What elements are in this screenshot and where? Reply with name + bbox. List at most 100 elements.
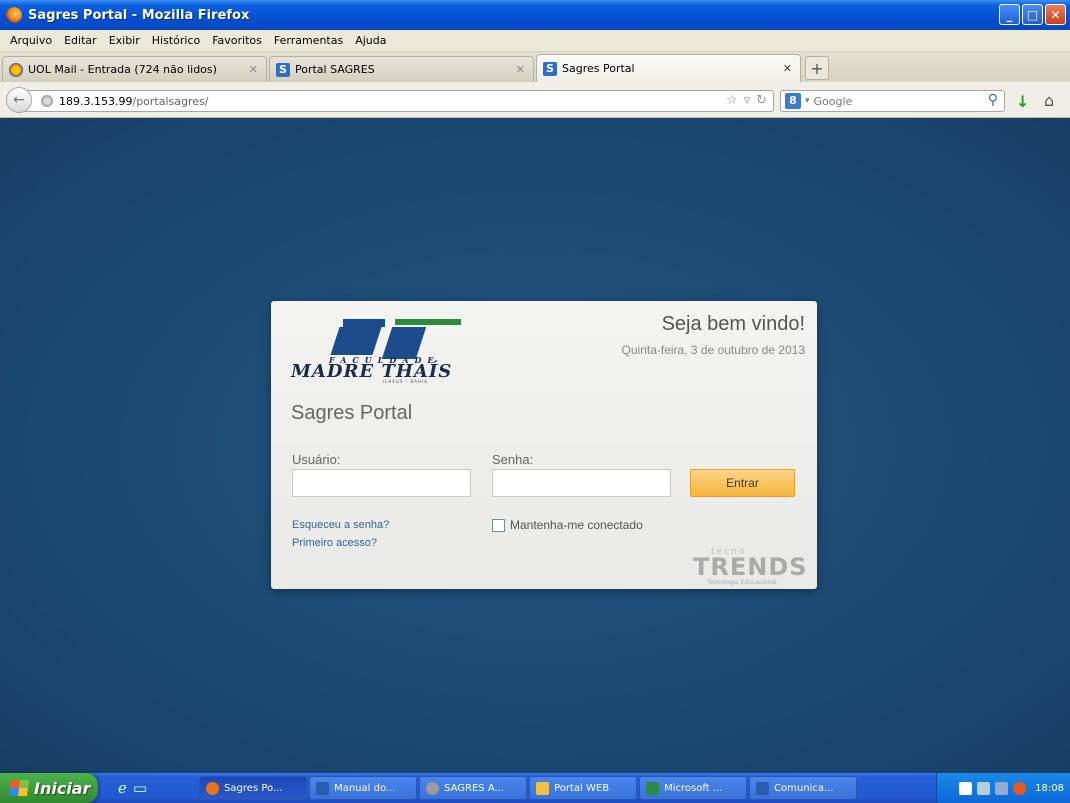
firefox-icon [206,781,220,795]
sagres-app-icon [426,781,440,795]
logo-bar-blue [343,319,385,327]
taskbar-item-portal-web[interactable]: Portal WEB [529,776,638,800]
site-identity-icon[interactable] [41,95,53,107]
menu-editar[interactable]: Editar [58,34,103,47]
taskbar-item-word-manual[interactable]: Manual do... [309,776,418,800]
close-button[interactable]: ✕ [1045,4,1066,25]
login-button[interactable]: Entrar [690,469,795,497]
taskbar-item-label: Portal WEB [554,782,610,794]
home-icon[interactable]: ⌂ [1044,91,1054,110]
taskbar-item-label: Microsoft ... [664,782,723,794]
history-dropdown-icon[interactable]: ▿ [744,93,751,108]
reload-icon[interactable]: ↻ [756,93,767,108]
faculdade-madre-thais-logo: FACULDADE MADRE THAÍS ILHÉUS - BAHIA [291,319,511,384]
current-date: Quinta-feira, 3 de outubro de 2013 [621,343,805,357]
password-label: Senha: [492,452,534,467]
navigation-bar: ← 189.3.153.99/portalsagres/ ☆ ▿ ↻ 8 ▾ G… [0,82,1070,118]
menu-favoritos[interactable]: Favoritos [206,34,268,47]
windows-flag-icon [8,780,30,796]
taskbar-item-sagres[interactable]: SAGRES A... [419,776,528,800]
login-card: FACULDADE MADRE THAÍS ILHÉUS - BAHIA Sej… [271,301,817,589]
url-path: /portalsagres/ [132,94,209,108]
window-title: Sagres Portal - Mozilla Firefox [28,7,250,23]
username-label: Usuário: [292,452,341,467]
page-content: FACULDADE MADRE THAÍS ILHÉUS - BAHIA Sej… [0,118,1070,773]
portal-title: Sagres Portal [291,402,413,424]
folder-icon [536,781,550,795]
tab-label: UOL Mail - Entrada (724 não lidos) [28,63,217,76]
tab-strip: UOL Mail - Entrada (724 não lidos) ✕ S P… [0,52,1070,82]
word-document-icon [316,781,330,795]
menu-ajuda[interactable]: Ajuda [349,34,392,47]
microsoft-app-icon [646,781,660,795]
menu-exibir[interactable]: Exibir [103,34,146,47]
url-host: 189.3.153.99 [59,94,133,108]
volume-icon[interactable] [995,781,1009,795]
s-icon: S [276,62,290,77]
back-button[interactable]: ← [6,87,32,113]
search-icon[interactable]: ⚲ [988,92,998,108]
google-icon[interactable]: 8 [785,93,801,109]
trends-text: TRENDS [693,553,808,581]
bookmark-star-icon[interactable]: ☆ [726,93,738,108]
taskbar-item-comunica[interactable]: Comunica... [749,776,858,800]
welcome-heading: Seja bem vindo! [661,313,805,335]
word-document-icon [756,781,770,795]
remember-me[interactable]: Mantenha-me conectado [492,518,643,532]
minimize-button[interactable]: _ [999,4,1020,25]
system-tray: 18:08 [936,773,1070,803]
maximize-button[interactable]: □ [1022,4,1043,25]
tab-portal-sagres[interactable]: S Portal SAGRES ✕ [269,56,534,82]
username-input[interactable] [292,469,471,497]
first-access-link[interactable]: Primeiro acesso? [292,537,377,549]
search-engine-name: Google [813,94,853,108]
menu-ferramentas[interactable]: Ferramentas [268,34,349,47]
tab-label: Portal SAGRES [295,63,375,76]
uol-icon [9,62,23,77]
taskbar-item-firefox[interactable]: Sagres Po... [199,776,308,800]
logo-name-text: MADRE THAÍS [291,361,453,382]
window-controls: _ □ ✕ [999,4,1066,25]
tecnotrends-logo: tecno TRENDS Tecnologia Educacional [693,547,813,587]
remember-me-checkbox[interactable] [492,518,505,532]
taskbar-item-microsoft[interactable]: Microsoft ... [639,776,748,800]
tab-uol-mail[interactable]: UOL Mail - Entrada (724 não lidos) ✕ [2,56,267,82]
taskbar-item-label: Comunica... [774,782,834,794]
logo-stem-left [330,327,382,355]
security-icon[interactable] [1013,781,1027,795]
url-bar-actions: ☆ ▿ ↻ [726,93,767,108]
taskbar-item-label: SAGRES A... [444,782,505,794]
s-icon: S [543,61,557,76]
start-button[interactable]: Iniciar [0,773,98,803]
quick-launch: ℯ ▭ [118,779,147,797]
chevron-down-icon[interactable]: ▾ [805,96,810,106]
internet-explorer-icon[interactable]: ℯ [118,779,127,797]
start-label: Iniciar [34,778,91,798]
forgot-password-link[interactable]: Esqueceu a senha? [292,519,389,531]
tab-close-icon[interactable]: ✕ [783,62,792,75]
menu-historico[interactable]: Histórico [146,34,206,47]
help-icon[interactable] [959,781,973,795]
show-desktop-icon[interactable]: ▭ [133,779,147,797]
logo-sub-text: ILHÉUS - BAHIA [383,379,428,384]
remember-me-label: Mantenha-me conectado [510,518,643,532]
tecnotrends-tagline: Tecnologia Educacional [707,579,777,586]
download-icon[interactable]: ↓ [1016,92,1029,111]
back-arrow-icon: ← [13,92,25,108]
url-bar[interactable]: 189.3.153.99/portalsagres/ ☆ ▿ ↻ [22,90,774,112]
network-icon[interactable] [977,781,991,795]
menu-bar: Arquivo Editar Exibir Histórico Favorito… [0,30,1070,52]
window-titlebar: Sagres Portal - Mozilla Firefox _ □ ✕ [0,0,1070,30]
clock: 18:08 [1035,782,1064,794]
search-bar[interactable]: 8 ▾ Google ⚲ [780,90,1005,112]
tab-label: Sagres Portal [562,62,635,75]
tab-sagres-portal[interactable]: S Sagres Portal ✕ [536,54,801,82]
menu-arquivo[interactable]: Arquivo [4,34,58,47]
new-tab-button[interactable]: + [805,56,829,80]
tab-close-icon[interactable]: ✕ [516,63,525,76]
windows-taskbar: Iniciar ℯ ▭ Sagres Po... Manual do... SA… [0,773,1070,803]
tab-close-icon[interactable]: ✕ [249,63,258,76]
taskbar-item-label: Manual do... [334,782,396,794]
password-input[interactable] [492,469,671,497]
logo-bar-green [395,319,461,325]
